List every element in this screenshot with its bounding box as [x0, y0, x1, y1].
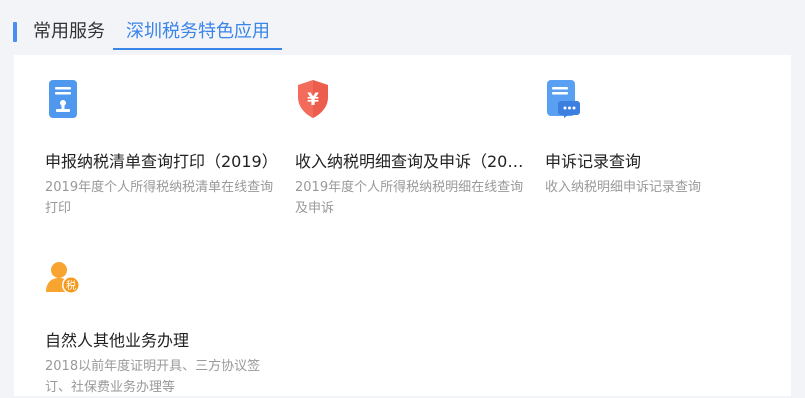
tab-shenzhen-special-apps[interactable]: 深圳税务特色应用	[126, 18, 270, 46]
yuan-shield-icon: ¥	[295, 79, 331, 119]
svg-text:¥: ¥	[307, 90, 319, 110]
document-stamp-icon	[45, 79, 81, 119]
service-title: 收入纳税明细查询及申诉（2019）	[295, 152, 529, 171]
chat-record-icon	[545, 79, 581, 119]
service-description: 2018以前年度证明开具、三方协议签订、社保费业务办理等	[45, 359, 261, 395]
service-card-tax-list-print[interactable]: 申报纳税清单查询打印（2019） 2019年度个人所得税纳税清单在线查询打印	[45, 79, 279, 216]
svg-text:税: 税	[66, 279, 76, 292]
service-card-income-detail-appeal[interactable]: ¥ 收入纳税明细查询及申诉（2019） 2019年度个人所得税纳税明细在线查询及…	[295, 79, 529, 216]
service-card-appeal-record-query[interactable]: 申诉记录查询 收入纳税明细申诉记录查询	[545, 79, 779, 209]
person-tax-icon: 税	[45, 258, 81, 298]
service-title: 自然人其他业务办理	[45, 331, 190, 350]
tab-common-services[interactable]: 常用服务	[33, 18, 105, 46]
active-tab-underline	[113, 48, 282, 50]
tab-accent-bar	[13, 22, 17, 42]
service-description: 收入纳税明细申诉记录查询	[545, 180, 702, 195]
services-panel: 申报纳税清单查询打印（2019） 2019年度个人所得税纳税清单在线查询打印 ¥…	[14, 55, 791, 396]
service-description: 2019年度个人所得税纳税明细在线查询及申诉	[295, 180, 524, 216]
service-card-individual-other-business[interactable]: 税 自然人其他业务办理 2018以前年度证明开具、三方协议签订、社保费业务办理等	[45, 258, 279, 395]
tabs-bar: 常用服务 深圳税务特色应用	[0, 0, 805, 54]
service-title: 申报纳税清单查询打印（2019）	[45, 152, 278, 171]
service-description: 2019年度个人所得税纳税清单在线查询打印	[45, 180, 274, 216]
service-title: 申诉记录查询	[545, 152, 642, 171]
